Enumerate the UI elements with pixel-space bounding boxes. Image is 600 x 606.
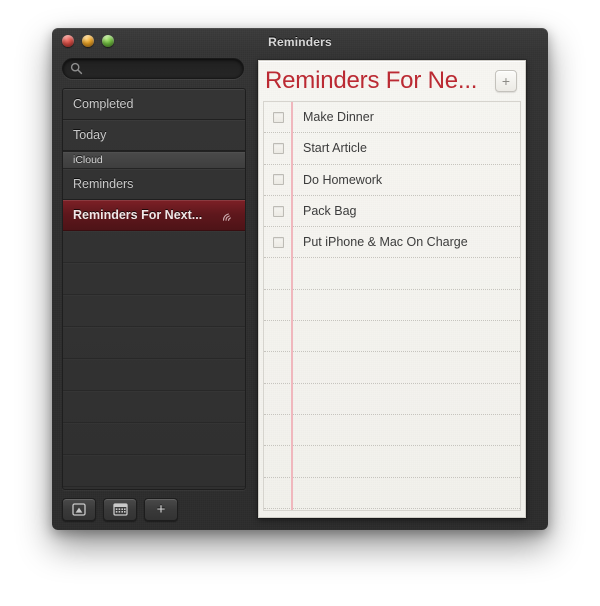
sidebar: Completed Today iCloud Reminders Reminde… xyxy=(52,58,254,530)
plus-icon: + xyxy=(501,73,511,89)
sidebar-empty-row xyxy=(63,359,245,391)
sidebar-item-label: Completed xyxy=(73,97,134,111)
reminder-checkbox[interactable] xyxy=(273,174,284,186)
sidebar-item-reminders-for-next[interactable]: Reminders For Next... xyxy=(63,200,245,231)
sidebar-empty-row xyxy=(63,423,245,455)
window-title: Reminders xyxy=(268,35,332,49)
show-calendar-button[interactable] xyxy=(62,497,96,521)
empty-reminder-row[interactable] xyxy=(264,384,520,415)
reminder-row[interactable]: Do Homework xyxy=(264,165,520,196)
reminder-title: Pack Bag xyxy=(303,204,357,219)
calendar-grid-button[interactable] xyxy=(103,497,137,521)
reminder-checkbox[interactable] xyxy=(273,142,284,154)
reminders-paper: Reminders For Ne... + Make Dinner Start … xyxy=(258,60,526,518)
search-input[interactable] xyxy=(62,58,244,79)
content-area: Reminders For Ne... + Make Dinner Start … xyxy=(254,58,548,530)
paper-header: Reminders For Ne... + xyxy=(259,61,525,101)
lists-panel: Completed Today iCloud Reminders Reminde… xyxy=(62,88,246,490)
reminder-title: Put iPhone & Mac On Charge xyxy=(303,235,468,250)
reminder-checkbox[interactable] xyxy=(273,236,284,248)
sidebar-group-icloud: iCloud xyxy=(63,151,245,169)
empty-reminder-row[interactable] xyxy=(264,509,520,510)
sidebar-item-today[interactable]: Today xyxy=(63,120,245,151)
reminder-row[interactable]: Put iPhone & Mac On Charge xyxy=(264,227,520,259)
sidebar-empty-row xyxy=(63,231,245,263)
reminders-list: Make Dinner Start Article Do Homework Pa… xyxy=(263,101,521,511)
share-icon xyxy=(222,212,231,221)
title-bar: Reminders xyxy=(52,28,548,58)
monitor-icon xyxy=(72,502,86,516)
empty-reminder-row[interactable] xyxy=(264,478,520,509)
sidebar-empty-row xyxy=(63,391,245,423)
sidebar-toolbar: + xyxy=(62,496,244,522)
sidebar-item-label: Reminders For Next... xyxy=(73,208,203,222)
add-list-button[interactable]: + xyxy=(144,497,178,521)
sidebar-group-label: iCloud xyxy=(73,154,103,166)
empty-reminder-row[interactable] xyxy=(264,446,520,478)
sidebar-item-label: Reminders xyxy=(73,177,134,191)
search-container xyxy=(62,58,244,79)
reminder-title: Make Dinner xyxy=(303,110,374,125)
empty-reminder-row[interactable] xyxy=(264,258,520,290)
sidebar-item-label: Today xyxy=(73,128,107,142)
empty-reminder-row[interactable] xyxy=(264,352,520,384)
reminder-checkbox[interactable] xyxy=(273,111,284,123)
page-title: Reminders For Ne... xyxy=(265,69,478,93)
sidebar-item-reminders[interactable]: Reminders xyxy=(63,169,245,200)
sidebar-item-completed[interactable]: Completed xyxy=(63,89,245,120)
sidebar-empty-row xyxy=(63,327,245,359)
empty-reminder-row[interactable] xyxy=(264,321,520,353)
sidebar-empty-row xyxy=(63,295,245,327)
empty-reminder-row[interactable] xyxy=(264,415,520,447)
reminder-row[interactable]: Pack Bag xyxy=(264,196,520,228)
sidebar-empty-row xyxy=(63,455,245,487)
add-reminder-button[interactable]: + xyxy=(495,70,517,92)
reminder-checkbox[interactable] xyxy=(273,205,284,217)
sidebar-empty-row xyxy=(63,263,245,295)
calendar-grid-icon xyxy=(112,502,128,516)
reminder-title: Do Homework xyxy=(303,172,383,187)
reminders-window: Reminders Completed Today iCloud Reminde… xyxy=(52,28,548,530)
empty-reminder-row[interactable] xyxy=(264,290,520,322)
reminder-row[interactable]: Start Article xyxy=(264,133,520,165)
margin-line xyxy=(291,102,293,510)
plus-icon: + xyxy=(156,500,166,518)
reminder-row[interactable]: Make Dinner xyxy=(264,102,520,134)
reminder-title: Start Article xyxy=(303,141,367,156)
